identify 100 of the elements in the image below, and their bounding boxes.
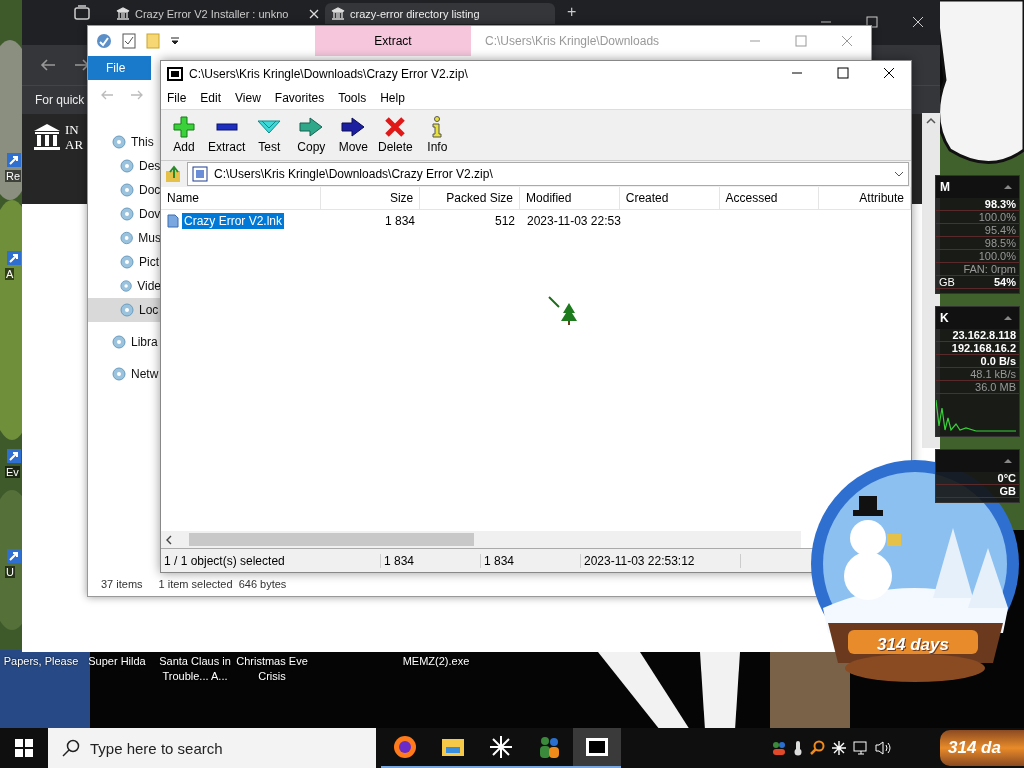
menu-item[interactable]: View [235,90,261,105]
nav-item[interactable]: Loc [88,298,161,322]
nav-item[interactable]: Vide [88,274,161,298]
app-icon [167,66,183,81]
up-folder-icon[interactable] [165,165,183,183]
menu-item[interactable]: Help [380,90,405,105]
back-icon[interactable] [40,58,56,72]
nav-item[interactable]: Dov [88,202,161,226]
panel-title: K [940,311,949,325]
table-cell: 512 [494,214,515,228]
checklist-icon[interactable] [122,33,136,49]
status-text: 1 / 1 object(s) selected [161,553,381,568]
shortcut-icon[interactable] [6,548,22,564]
shortcut-icon[interactable] [6,448,22,464]
column-header[interactable]: Modified [520,187,620,209]
asterisk-icon[interactable] [831,740,847,756]
new-tab-button[interactable]: + [567,3,577,21]
disc-icon [120,159,134,173]
dropdown-icon[interactable] [170,36,180,46]
column-header[interactable]: Packed Size [420,187,521,209]
desktop-icon-label[interactable]: MEMZ(2).exe [390,654,482,669]
search-field[interactable]: Type here to search [48,728,376,768]
address-text: C:\Users\Kris Kringle\Downloads\Crazy Error V2.zip\ [214,167,494,181]
caret-icon[interactable] [894,170,904,178]
building-icon[interactable] [32,122,62,152]
status-text: 1 834 [481,553,581,568]
close-icon[interactable] [883,67,895,79]
desktop-icon-label[interactable]: Re [5,170,22,182]
nav-item[interactable]: Pict [88,250,161,274]
delete-button[interactable]: Delete [374,114,417,156]
disc-icon [112,335,126,349]
monitor-value: 98.5% [984,237,1016,249]
nav-item[interactable]: Mus [88,226,161,250]
extract-button[interactable]: Extract [205,114,249,156]
scroll-up-icon[interactable] [926,117,936,125]
horizontal-scrollbar[interactable] [161,531,801,548]
collapse-icon[interactable] [1003,184,1013,190]
column-header[interactable]: Attribute [819,187,911,209]
site-logo-text[interactable]: AR [65,137,84,152]
test-button[interactable]: Test [248,114,291,156]
status-text: 37 items [101,578,143,590]
monitor-value: GB [999,485,1016,497]
disc-icon [120,183,134,197]
disc-icon [120,303,134,317]
column-header[interactable]: Size [320,187,421,209]
nav-item[interactable]: Libra [88,330,161,354]
collapse-icon[interactable] [1003,458,1013,464]
fox-globe-icon [393,735,417,759]
monitor-value: 36.0 MB [975,381,1016,393]
desktop-icon-label[interactable]: U [5,566,15,578]
scroll-left-icon[interactable] [165,534,173,545]
archive-taskbar-button[interactable] [573,728,621,768]
menu-item[interactable]: File [167,90,187,105]
desktop-icon-label[interactable]: Papers, Please [0,654,82,669]
site-logo-text[interactable]: IN [65,122,79,137]
menu-item[interactable]: Edit [200,90,222,105]
network-icon[interactable] [853,740,869,756]
monitor-value: 95.4% [984,224,1016,236]
search-icon[interactable] [809,740,825,756]
desktop-icon-label[interactable]: A [5,268,15,280]
collapse-icon[interactable] [1003,315,1013,321]
browser-tab[interactable]: crazy-error directory listing [325,3,555,24]
volume-icon[interactable] [875,740,893,756]
building-icon [331,6,345,21]
shortcut-icon[interactable] [6,250,22,266]
ribbon-tab[interactable]: Extract [315,26,471,56]
nav-item[interactable]: Netw [88,362,161,386]
people-icon[interactable] [771,740,787,756]
add-button[interactable]: Add [163,114,205,156]
file-name[interactable]: Crazy Error V2.lnk [182,213,285,229]
browser-tab[interactable]: Crazy Error V2 Installer : unkno [110,3,325,24]
nav-item[interactable]: This [88,130,161,154]
start-icon[interactable] [15,739,33,757]
delete-icon [384,116,407,138]
file-tab[interactable]: File [88,56,152,80]
column-header[interactable]: Accessed [719,187,820,209]
properties-icon[interactable] [96,33,112,49]
column-header[interactable]: Name [161,187,321,209]
desktop-icon-label[interactable]: Super Hilda [80,654,154,669]
copy-button[interactable]: Copy [290,114,333,156]
forward-icon[interactable] [74,58,90,72]
shortcut-icon[interactable] [6,152,22,168]
address-field[interactable]: C:\Users\Kris Kringle\Downloads\Crazy Error V2.zip\ [187,162,909,186]
nav-item[interactable]: Doc [88,178,161,202]
menu-item[interactable]: Favorites [274,90,325,105]
table-cell: 1 834 [384,214,415,228]
menu-item[interactable]: Tools [338,90,367,105]
desktop-icon-label[interactable]: Ev [5,466,20,478]
nav-item[interactable]: Des [88,154,161,178]
panel-title: M [940,180,950,194]
maximize-icon[interactable] [837,67,849,79]
status-text: 1 834 [381,553,481,568]
info-button[interactable]: Info [416,114,459,156]
tab-list-icon[interactable] [74,5,90,21]
days-counter: 314 da [940,730,1024,766]
move-button[interactable]: Move [332,114,375,156]
building-icon [116,6,130,21]
thermometer-icon[interactable] [793,740,803,756]
scroll-thumb[interactable] [189,533,474,546]
column-header[interactable]: Created [619,187,720,209]
